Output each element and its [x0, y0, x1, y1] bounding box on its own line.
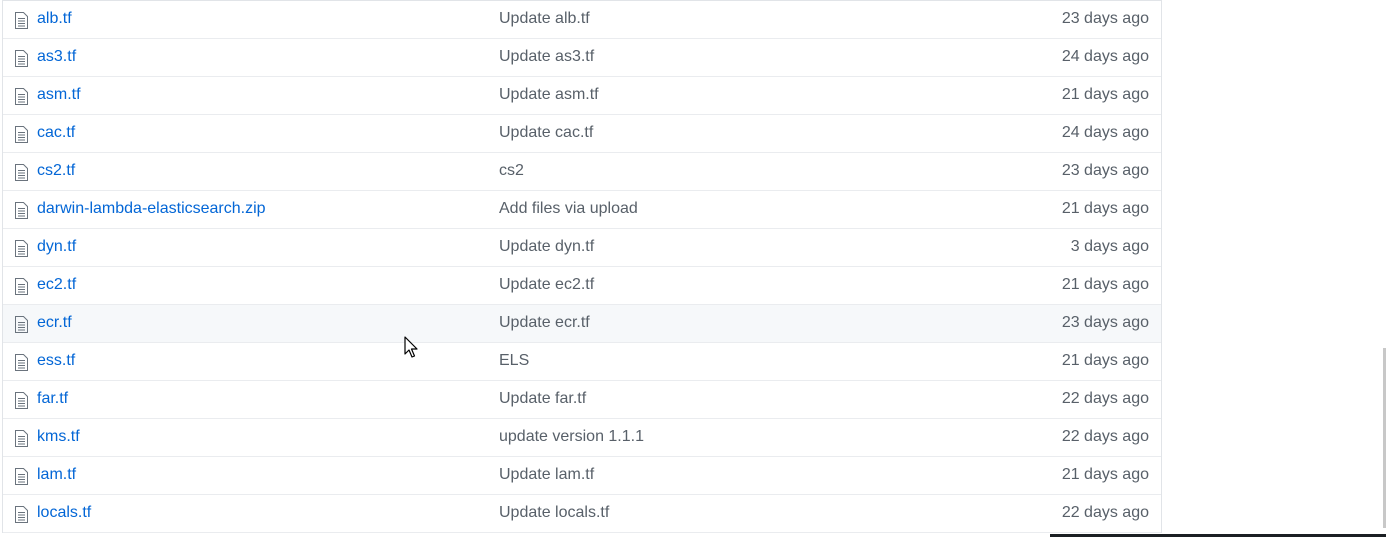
commit-message-link[interactable]: update version 1.1.1 [499, 428, 644, 446]
commit-message-link[interactable]: Update cac.tf [499, 124, 593, 142]
file-name-link[interactable]: cac.tf [37, 124, 75, 142]
file-name-link[interactable]: as3.tf [37, 48, 76, 66]
commit-message-link[interactable]: Update dyn.tf [499, 238, 594, 256]
file-text-icon [15, 88, 28, 105]
file-text-icon [15, 278, 28, 295]
table-row[interactable]: asm.tf Update asm.tf 21 days ago [3, 77, 1161, 115]
file-name-link[interactable]: asm.tf [37, 86, 81, 104]
file-text-icon [15, 240, 28, 257]
commit-age: 21 days ago [1061, 466, 1149, 483]
table-row[interactable]: dyn.tf Update dyn.tf 3 days ago [3, 229, 1161, 267]
table-row[interactable]: locals.tf Update locals.tf 22 days ago [3, 495, 1161, 533]
commit-age: 24 days ago [1061, 124, 1149, 141]
file-browser-viewport: alb.tf Update alb.tf 23 days ago as3.tf … [0, 0, 1386, 537]
file-name-link[interactable]: ess.tf [37, 352, 75, 370]
commit-message-link[interactable]: Update as3.tf [499, 48, 594, 66]
file-name-link[interactable]: locals.tf [37, 504, 91, 522]
commit-message-link[interactable]: Update alb.tf [499, 10, 590, 28]
table-row[interactable]: lam.tf Update lam.tf 21 days ago [3, 457, 1161, 495]
commit-age: 3 days ago [1070, 238, 1149, 255]
commit-age: 23 days ago [1061, 10, 1149, 27]
table-row[interactable]: cs2.tf cs2 23 days ago [3, 153, 1161, 191]
file-text-icon [15, 50, 28, 67]
file-name-link[interactable]: alb.tf [37, 10, 72, 28]
commit-age: 23 days ago [1061, 314, 1149, 331]
file-name-link[interactable]: lam.tf [37, 466, 76, 484]
file-text-icon [15, 506, 28, 523]
table-row[interactable]: darwin-lambda-elasticsearch.zip Add file… [3, 191, 1161, 229]
table-row[interactable]: cac.tf Update cac.tf 24 days ago [3, 115, 1161, 153]
commit-message-link[interactable]: Add files via upload [499, 200, 638, 218]
file-name-link[interactable]: ecr.tf [37, 314, 72, 332]
table-row[interactable]: kms.tf update version 1.1.1 22 days ago [3, 419, 1161, 457]
file-name-link[interactable]: dyn.tf [37, 238, 76, 256]
table-row[interactable]: ess.tf ELS 21 days ago [3, 343, 1161, 381]
commit-message-link[interactable]: Update locals.tf [499, 504, 609, 522]
table-row[interactable]: ecr.tf Update ecr.tf 23 days ago [3, 305, 1161, 343]
commit-message-link[interactable]: Update ec2.tf [499, 276, 594, 294]
file-text-icon [15, 164, 28, 181]
commit-message-link[interactable]: cs2 [499, 162, 524, 180]
table-row[interactable]: far.tf Update far.tf 22 days ago [3, 381, 1161, 419]
commit-age: 21 days ago [1061, 276, 1149, 293]
file-name-link[interactable]: far.tf [37, 390, 68, 408]
commit-age: 22 days ago [1061, 428, 1149, 445]
file-text-icon [15, 354, 28, 371]
file-text-icon [15, 316, 28, 333]
commit-message-link[interactable]: Update far.tf [499, 390, 586, 408]
commit-message-link[interactable]: Update asm.tf [499, 86, 599, 104]
file-text-icon [15, 126, 28, 143]
file-name-link[interactable]: kms.tf [37, 428, 80, 446]
file-name-link[interactable]: ec2.tf [37, 276, 76, 294]
file-text-icon [15, 392, 28, 409]
commit-age: 24 days ago [1061, 48, 1149, 65]
commit-age: 22 days ago [1061, 504, 1149, 521]
file-text-icon [15, 430, 28, 447]
commit-age: 22 days ago [1061, 390, 1149, 407]
commit-age: 23 days ago [1061, 162, 1149, 179]
table-row[interactable]: ec2.tf Update ec2.tf 21 days ago [3, 267, 1161, 305]
file-text-icon [15, 202, 28, 219]
table-row[interactable]: alb.tf Update alb.tf 23 days ago [3, 1, 1161, 39]
commit-message-link[interactable]: Update ecr.tf [499, 314, 590, 332]
file-name-link[interactable]: cs2.tf [37, 162, 75, 180]
commit-message-link[interactable]: Update lam.tf [499, 466, 594, 484]
file-name-link[interactable]: darwin-lambda-elasticsearch.zip [37, 200, 266, 218]
file-list-table: alb.tf Update alb.tf 23 days ago as3.tf … [2, 0, 1162, 533]
commit-message-link[interactable]: ELS [499, 352, 529, 370]
mouse-pointer-icon [404, 336, 418, 358]
file-text-icon [15, 468, 28, 485]
file-text-icon [15, 12, 28, 29]
commit-age: 21 days ago [1061, 86, 1149, 103]
commit-age: 21 days ago [1061, 200, 1149, 217]
commit-age: 21 days ago [1061, 352, 1149, 369]
table-row[interactable]: as3.tf Update as3.tf 24 days ago [3, 39, 1161, 77]
